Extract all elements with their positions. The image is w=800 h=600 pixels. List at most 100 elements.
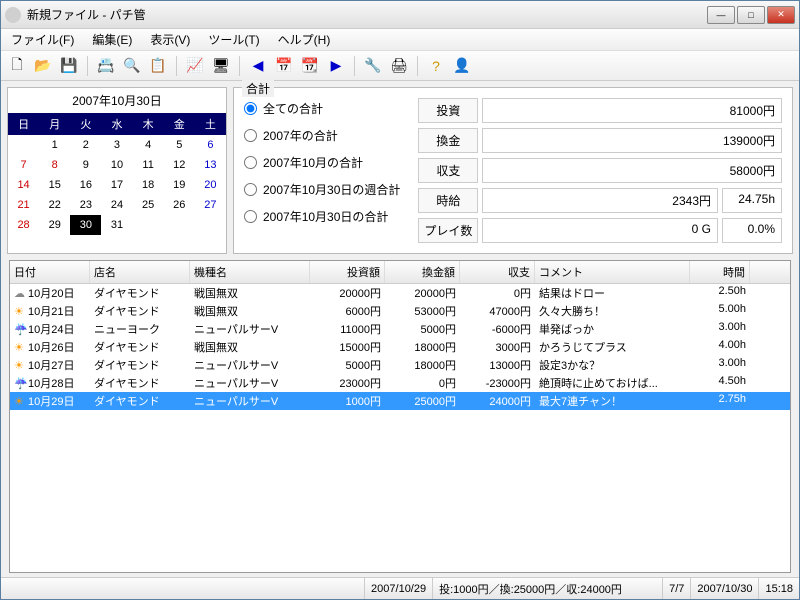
cell-invest: 20000円 [310,284,385,302]
cal-day[interactable]: 20 [195,175,226,195]
open-icon[interactable]: 📂 [33,56,53,76]
col-shop[interactable]: 店名 [90,261,190,283]
save-icon[interactable]: 💾 [59,56,79,76]
cal-day[interactable]: 12 [164,155,195,175]
cal-day[interactable]: 3 [101,135,132,155]
cal-day[interactable]: 27 [195,195,226,215]
cal-day[interactable]: 1 [39,135,70,155]
table-row[interactable]: ☁10月20日ダイヤモンド戦国無双20000円20000円0円結果はドロー2.5… [10,284,790,302]
tool-icon-3[interactable]: 📋 [148,56,168,76]
cell-balance: 0円 [460,284,535,302]
print-icon[interactable]: 🖨 [389,56,409,76]
cal-day[interactable]: 19 [164,175,195,195]
radio-month[interactable]: 2007年10月の合計 [244,154,400,171]
balance-label: 収支 [418,158,478,183]
col-invest[interactable]: 投資額 [310,261,385,283]
cell-machine: 戦国無双 [190,302,310,320]
menu-tools[interactable]: ツール(T) [204,29,263,50]
new-icon[interactable]: 🗋 [7,56,27,76]
cal-day[interactable]: 28 [8,215,39,235]
cal-day[interactable]: 7 [8,155,39,175]
col-time[interactable]: 時間 [690,261,750,283]
cell-exchange: 20000円 [385,284,460,302]
cal-day[interactable]: 17 [101,175,132,195]
status-summary: 投:1000円／換:25000円／収:24000円 [432,578,662,599]
monitor-icon[interactable]: 🖥 [211,56,231,76]
cal-day[interactable]: 29 [39,215,70,235]
about-icon[interactable]: 👤 [452,56,472,76]
tool-icon-4[interactable]: 🔧 [363,56,383,76]
cell-machine: 戦国無双 [190,338,310,356]
tool-icon-2[interactable]: 🔍 [122,56,142,76]
cal-day[interactable]: 5 [164,135,195,155]
date-icon[interactable]: 📆 [300,56,320,76]
cal-day[interactable]: 2 [70,135,101,155]
cal-day[interactable]: 6 [195,135,226,155]
cal-day[interactable]: 15 [39,175,70,195]
menu-file[interactable]: ファイル(F) [7,29,78,50]
maximize-button[interactable]: □ [737,6,765,24]
list-body[interactable]: ☁10月20日ダイヤモンド戦国無双20000円20000円0円結果はドロー2.5… [10,284,790,572]
col-exchange[interactable]: 換金額 [385,261,460,283]
table-row[interactable]: ☀10月21日ダイヤモンド戦国無双6000円53000円47000円久々大勝ち！… [10,302,790,320]
cal-day[interactable]: 31 [101,215,132,235]
col-machine[interactable]: 機種名 [190,261,310,283]
chart-icon[interactable]: 📈 [185,56,205,76]
cal-day[interactable]: 16 [70,175,101,195]
wage-label: 時給 [418,188,478,213]
table-row[interactable]: ☀10月26日ダイヤモンド戦国無双15000円18000円3000円かろうじてプ… [10,338,790,356]
radio-year[interactable]: 2007年の合計 [244,127,400,144]
menu-view[interactable]: 表示(V) [146,29,194,50]
separator [239,56,240,76]
cal-day[interactable]: 4 [133,135,164,155]
cal-day[interactable]: 22 [39,195,70,215]
help-icon[interactable]: ? [426,56,446,76]
cal-dow: 火 [70,113,101,135]
cal-day[interactable]: 11 [133,155,164,175]
cell-comment: 絶頂時に止めておけば... [535,374,690,392]
cell-invest: 15000円 [310,338,385,356]
menu-edit[interactable]: 編集(E) [88,29,136,50]
cal-day[interactable]: 18 [133,175,164,195]
cell-shop: ニューヨーク [90,320,190,338]
col-balance[interactable]: 収支 [460,261,535,283]
summary-panel: 合計 全ての合計 2007年の合計 2007年10月の合計 2007年10月30… [233,87,793,254]
table-row[interactable]: ☔10月28日ダイヤモンドニューパルサーV23000円0円-23000円絶頂時に… [10,374,790,392]
cal-day[interactable]: 9 [70,155,101,175]
cal-day[interactable]: 26 [164,195,195,215]
cal-day[interactable]: 14 [8,175,39,195]
table-row[interactable]: ☔10月24日ニューヨークニューパルサーV11000円5000円-6000円単発… [10,320,790,338]
cal-day[interactable]: 23 [70,195,101,215]
col-comment[interactable]: コメント [535,261,690,283]
next-icon[interactable]: ▶ [326,56,346,76]
cal-day[interactable]: 13 [195,155,226,175]
radio-all[interactable]: 全ての合計 [244,100,400,117]
cell-machine: ニューパルサーV [190,374,310,392]
exchange-value: 139000円 [482,128,782,153]
cal-day[interactable]: 21 [8,195,39,215]
prev-icon[interactable]: ◀ [248,56,268,76]
cell-shop: ダイヤモンド [90,374,190,392]
col-date[interactable]: 日付 [10,261,90,283]
cal-dow: 木 [133,113,164,135]
cell-comment: 結果はドロー [535,284,690,302]
cal-day[interactable]: 8 [39,155,70,175]
tool-icon-1[interactable]: 📇 [96,56,116,76]
menubar: ファイル(F) 編集(E) 表示(V) ツール(T) ヘルプ(H) [1,29,799,51]
table-row[interactable]: ☀10月27日ダイヤモンドニューパルサーV5000円18000円13000円設定… [10,356,790,374]
cal-day[interactable]: 10 [101,155,132,175]
cell-machine: ニューパルサーV [190,320,310,338]
calendar-title: 2007年10月30日 [8,88,226,113]
cal-day[interactable]: 30 [70,215,101,235]
cal-day[interactable]: 24 [101,195,132,215]
menu-help[interactable]: ヘルプ(H) [274,29,335,50]
close-button[interactable]: ✕ [767,6,795,24]
cal-day [195,215,226,235]
radio-day[interactable]: 2007年10月30日の合計 [244,208,400,225]
calendar-icon[interactable]: 📅 [274,56,294,76]
radio-week[interactable]: 2007年10月30日の週合計 [244,181,400,198]
cal-day[interactable]: 25 [133,195,164,215]
cell-balance: 3000円 [460,338,535,356]
table-row[interactable]: ☀10月29日ダイヤモンドニューパルサーV1000円25000円24000円最大… [10,392,790,410]
minimize-button[interactable]: — [707,6,735,24]
